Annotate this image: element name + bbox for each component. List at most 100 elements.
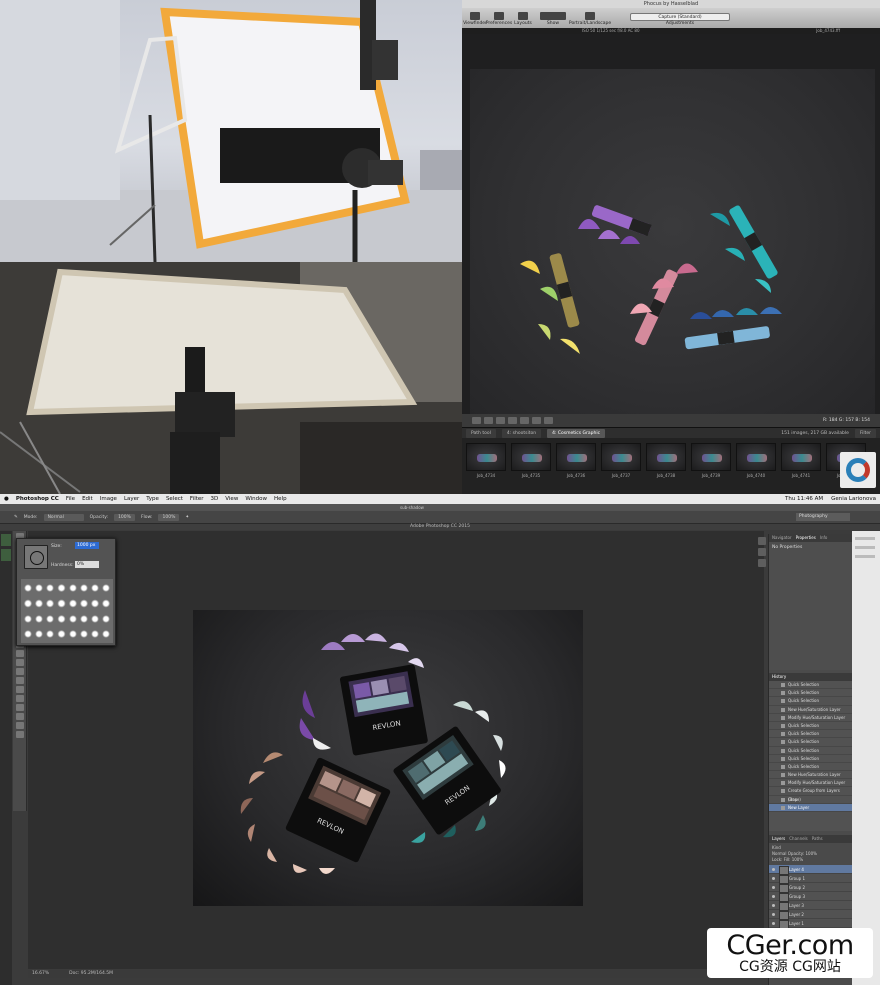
- menu-view[interactable]: View: [225, 496, 238, 502]
- brush-preset[interactable]: [78, 611, 89, 626]
- history-item[interactable]: Quick Selection: [769, 747, 852, 755]
- airbrush-icon[interactable]: ✦: [185, 515, 189, 520]
- brush-preset[interactable]: [78, 626, 89, 641]
- brush-preset[interactable]: [89, 581, 100, 596]
- layer-row[interactable]: Group 3: [769, 892, 852, 902]
- brush-preset[interactable]: [56, 596, 67, 611]
- blend-mode-select[interactable]: Normal: [772, 851, 786, 856]
- adjust-panel-icon[interactable]: [758, 559, 766, 567]
- history-item[interactable]: Quick Selection: [769, 738, 852, 747]
- menu-help[interactable]: Help: [274, 496, 287, 502]
- brush-preset[interactable]: [45, 581, 56, 596]
- layer-row[interactable]: Layer 4: [769, 865, 852, 875]
- brush-preset[interactable]: [89, 596, 100, 611]
- menu-file[interactable]: File: [66, 496, 75, 502]
- menu-type[interactable]: Type: [146, 496, 159, 502]
- fit-button[interactable]: [484, 417, 493, 424]
- document-tab[interactable]: sub-shadow: [0, 504, 880, 511]
- crop-button[interactable]: [496, 417, 505, 424]
- history-item[interactable]: Modify Hue/Saturation Layer: [769, 714, 852, 722]
- tab-properties[interactable]: Properties: [796, 534, 816, 542]
- color-swatch-icon[interactable]: [15, 713, 24, 720]
- layer-kind-filter[interactable]: Kind: [772, 845, 781, 850]
- layer-row[interactable]: Layer 1: [769, 919, 852, 929]
- thumbnail[interactable]: Job_4735: [511, 443, 551, 481]
- layer-row[interactable]: Group 2: [769, 883, 852, 893]
- mode-select[interactable]: Normal: [43, 513, 84, 521]
- history-item[interactable]: Quick Selection: [769, 722, 852, 731]
- quick-mask-icon[interactable]: [15, 722, 24, 729]
- history-item[interactable]: Crop: [769, 796, 852, 804]
- brush-preset[interactable]: [34, 626, 45, 641]
- history-item[interactable]: Quick Selection: [769, 689, 852, 698]
- tab-info[interactable]: Info: [820, 534, 828, 542]
- brush-tool-icon[interactable]: ✎: [14, 515, 18, 520]
- brush-preset[interactable]: [67, 596, 78, 611]
- brush-preset[interactable]: [23, 581, 34, 596]
- brush-preset[interactable]: [45, 626, 56, 641]
- thumbnail[interactable]: Job_4737: [601, 443, 641, 481]
- tab-history[interactable]: History: [772, 673, 786, 681]
- brush-preset[interactable]: [45, 596, 56, 611]
- grid-button[interactable]: [544, 417, 553, 424]
- viewfinder-button[interactable]: Viewfinder: [463, 12, 487, 26]
- tab-paths[interactable]: Paths: [812, 835, 823, 843]
- tab-path-tool[interactable]: Path tool: [466, 428, 496, 438]
- brush-preset[interactable]: [100, 581, 111, 596]
- brush-preset[interactable]: [23, 596, 34, 611]
- brush-preset[interactable]: [23, 626, 34, 641]
- menu-window[interactable]: Window: [245, 496, 267, 502]
- brush-preset[interactable]: [45, 611, 56, 626]
- zoom-level[interactable]: 16.67%: [32, 970, 49, 978]
- user-name[interactable]: Genia Larionova: [831, 496, 876, 502]
- menu-3d[interactable]: 3D: [211, 496, 219, 502]
- tab-shootsiton[interactable]: 4: shootsiton: [501, 428, 542, 438]
- history-item[interactable]: Quick Selection: [769, 681, 852, 690]
- apple-icon[interactable]: ●: [4, 496, 9, 502]
- history-item[interactable]: Quick Selection: [769, 730, 852, 739]
- zoom-tool-icon[interactable]: [15, 704, 24, 711]
- brush-preset[interactable]: [56, 626, 67, 641]
- history-item[interactable]: Modify Hue/Saturation Layer: [769, 779, 852, 788]
- history-panel-icon[interactable]: [758, 537, 766, 545]
- thumbnail[interactable]: Job_4738: [646, 443, 686, 481]
- history-item[interactable]: Quick Selection: [769, 755, 852, 763]
- capture-select[interactable]: Capture (Standard): [630, 13, 730, 21]
- workspace-switcher[interactable]: Photography: [796, 513, 850, 521]
- brush-preset[interactable]: [100, 611, 111, 626]
- compare-button[interactable]: [532, 417, 541, 424]
- tab-navigator[interactable]: Navigator: [772, 534, 792, 542]
- brush-preset[interactable]: [100, 596, 111, 611]
- history-item[interactable]: Quick Selection: [769, 697, 852, 706]
- brush-hardness-field[interactable]: 0%: [75, 561, 99, 568]
- brush-preset[interactable]: [78, 596, 89, 611]
- menu-image[interactable]: Image: [100, 496, 117, 502]
- thumbnail[interactable]: Job_4741: [781, 443, 821, 481]
- app-menu[interactable]: Photoshop CC: [16, 496, 59, 502]
- brush-preset[interactable]: [56, 581, 67, 596]
- menu-layer[interactable]: Layer: [124, 496, 139, 502]
- brush-preset[interactable]: [56, 611, 67, 626]
- brush-preset[interactable]: [34, 581, 45, 596]
- clock[interactable]: Thu 11:46 AM: [785, 496, 823, 502]
- brush-size-field[interactable]: 1000 px: [75, 542, 99, 549]
- loupe-button[interactable]: [520, 417, 529, 424]
- tab-channels[interactable]: Channels: [789, 835, 808, 843]
- layer-row[interactable]: Group 1: [769, 874, 852, 884]
- tab-layers[interactable]: Layers: [772, 835, 785, 843]
- brush-preset[interactable]: [67, 581, 78, 596]
- menu-filter[interactable]: Filter: [190, 496, 204, 502]
- shape-tool-icon[interactable]: [15, 686, 24, 693]
- type-tool-icon[interactable]: [15, 668, 24, 675]
- layer-opacity[interactable]: Opacity: 100%: [788, 851, 817, 856]
- document-canvas[interactable]: REVLON REVLON REVLON: [193, 610, 583, 906]
- layouts-button[interactable]: Layouts: [512, 12, 534, 26]
- show-button[interactable]: Show: [536, 12, 570, 26]
- history-item[interactable]: Create Group from Layers (Base): [769, 787, 852, 802]
- opacity-field[interactable]: 100%: [114, 513, 135, 521]
- zoom-button[interactable]: [472, 417, 481, 424]
- history-item[interactable]: Quick Selection: [769, 763, 852, 772]
- hand-tool-icon[interactable]: [15, 695, 24, 702]
- layer-fill[interactable]: Fill: 100%: [784, 857, 803, 862]
- brush-preset[interactable]: [89, 626, 100, 641]
